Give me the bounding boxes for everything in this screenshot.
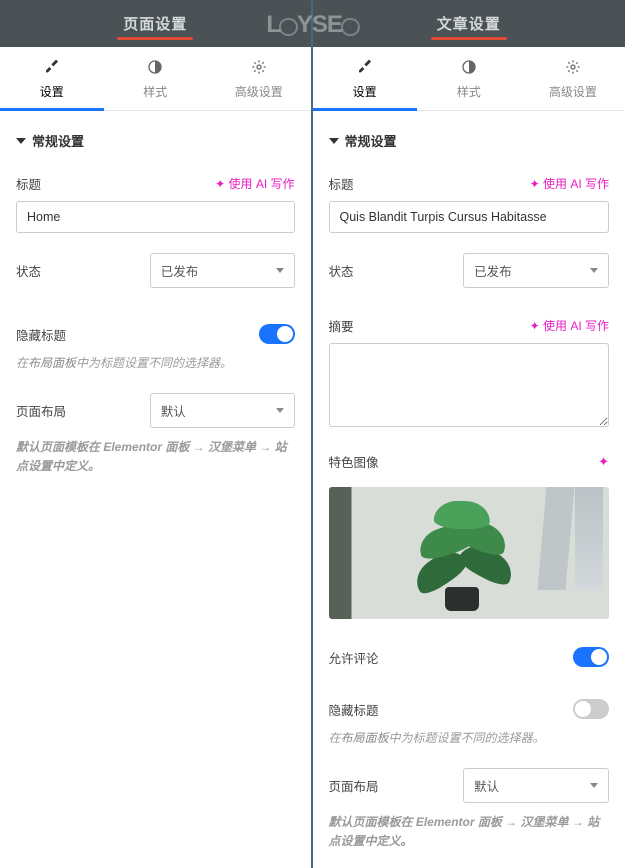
tab-label: 设置 <box>353 85 377 99</box>
title-label: 标题 <box>16 174 41 193</box>
tab-advanced[interactable]: 高级设置 <box>521 47 625 110</box>
ai-sparkle-icon[interactable]: ✦ <box>598 454 609 470</box>
gear-icon <box>565 59 581 75</box>
featured-image-picker[interactable] <box>329 487 610 619</box>
excerpt-label: 摘要 <box>329 316 354 335</box>
select-value: 默认 <box>474 776 499 795</box>
caret-down-icon <box>16 138 26 144</box>
contrast-icon <box>461 59 477 75</box>
hide-title-toggle[interactable] <box>573 699 609 719</box>
layout-select[interactable]: 默认 <box>463 768 609 803</box>
tab-label: 样式 <box>143 85 167 99</box>
tab-label: 设置 <box>40 85 64 99</box>
tab-style[interactable]: 样式 <box>104 47 208 110</box>
layout-label: 页面布局 <box>329 776 379 795</box>
template-hint: 默认页面模板在 Elementor 面板 → 汉堡菜单 → 站点设置中定义。 <box>329 803 610 851</box>
ai-write-link[interactable]: ✦ 使用 AI 写作 <box>530 317 609 334</box>
tab-settings[interactable]: 设置 <box>0 47 104 110</box>
select-value: 已发布 <box>474 261 512 280</box>
allow-comments-toggle[interactable] <box>573 647 609 667</box>
wrench-icon <box>357 59 373 75</box>
section-general[interactable]: 常规设置 <box>16 111 295 160</box>
tab-bar: 设置 样式 高级设置 <box>0 47 311 111</box>
excerpt-textarea[interactable] <box>329 343 610 427</box>
select-value: 默认 <box>161 401 186 420</box>
gear-icon <box>251 59 267 75</box>
ai-write-link[interactable]: ✦ 使用 AI 写作 <box>215 175 294 192</box>
pane-title: 页面设置 <box>123 16 187 33</box>
hide-title-label: 隐藏标题 <box>329 700 379 719</box>
pane-title: 文章设置 <box>437 16 501 33</box>
status-select[interactable]: 已发布 <box>150 253 295 288</box>
layout-select[interactable]: 默认 <box>150 393 295 428</box>
title-input[interactable] <box>329 201 610 233</box>
post-settings-pane: 文章设置 设置 样式 高级设置 常规设置 标题 <box>313 0 625 868</box>
pane-header: 文章设置 <box>313 0 625 47</box>
hide-title-toggle[interactable] <box>259 324 295 344</box>
featured-image-label: 特色图像 <box>329 452 379 471</box>
section-title: 常规设置 <box>345 131 397 150</box>
chevron-down-icon <box>590 783 598 788</box>
hide-title-hint: 在布局面板中为标题设置不同的选择器。 <box>329 719 610 748</box>
hide-title-label: 隐藏标题 <box>16 325 66 344</box>
title-label: 标题 <box>329 174 354 193</box>
chevron-down-icon <box>276 268 284 273</box>
tab-settings[interactable]: 设置 <box>313 47 417 110</box>
chevron-down-icon <box>276 408 284 413</box>
status-label: 状态 <box>16 261 41 280</box>
status-label: 状态 <box>329 261 354 280</box>
pane-header: 页面设置 <box>0 0 311 47</box>
allow-comments-label: 允许评论 <box>329 648 379 667</box>
layout-label: 页面布局 <box>16 401 66 420</box>
status-select[interactable]: 已发布 <box>463 253 609 288</box>
tab-bar: 设置 样式 高级设置 <box>313 47 625 111</box>
tab-label: 样式 <box>457 85 481 99</box>
chevron-down-icon <box>590 268 598 273</box>
highlight-underline <box>431 37 507 40</box>
select-value: 已发布 <box>161 261 199 280</box>
highlight-underline <box>117 37 193 40</box>
tab-label: 高级设置 <box>549 85 597 99</box>
caret-down-icon <box>329 138 339 144</box>
ai-write-link[interactable]: ✦ 使用 AI 写作 <box>530 175 609 192</box>
tab-advanced[interactable]: 高级设置 <box>207 47 311 110</box>
section-title: 常规设置 <box>32 131 84 150</box>
page-settings-pane: 页面设置 设置 样式 高级设置 常规设置 标题 <box>0 0 313 868</box>
section-general[interactable]: 常规设置 <box>329 111 610 160</box>
title-input[interactable] <box>16 201 295 233</box>
hide-title-hint: 在布局面板中为标题设置不同的选择器。 <box>16 344 295 373</box>
tab-label: 高级设置 <box>235 85 283 99</box>
contrast-icon <box>147 59 163 75</box>
wrench-icon <box>44 59 60 75</box>
tab-style[interactable]: 样式 <box>417 47 521 110</box>
template-hint: 默认页面模板在 Elementor 面板 → 汉堡菜单 → 站点设置中定义。 <box>16 428 295 476</box>
